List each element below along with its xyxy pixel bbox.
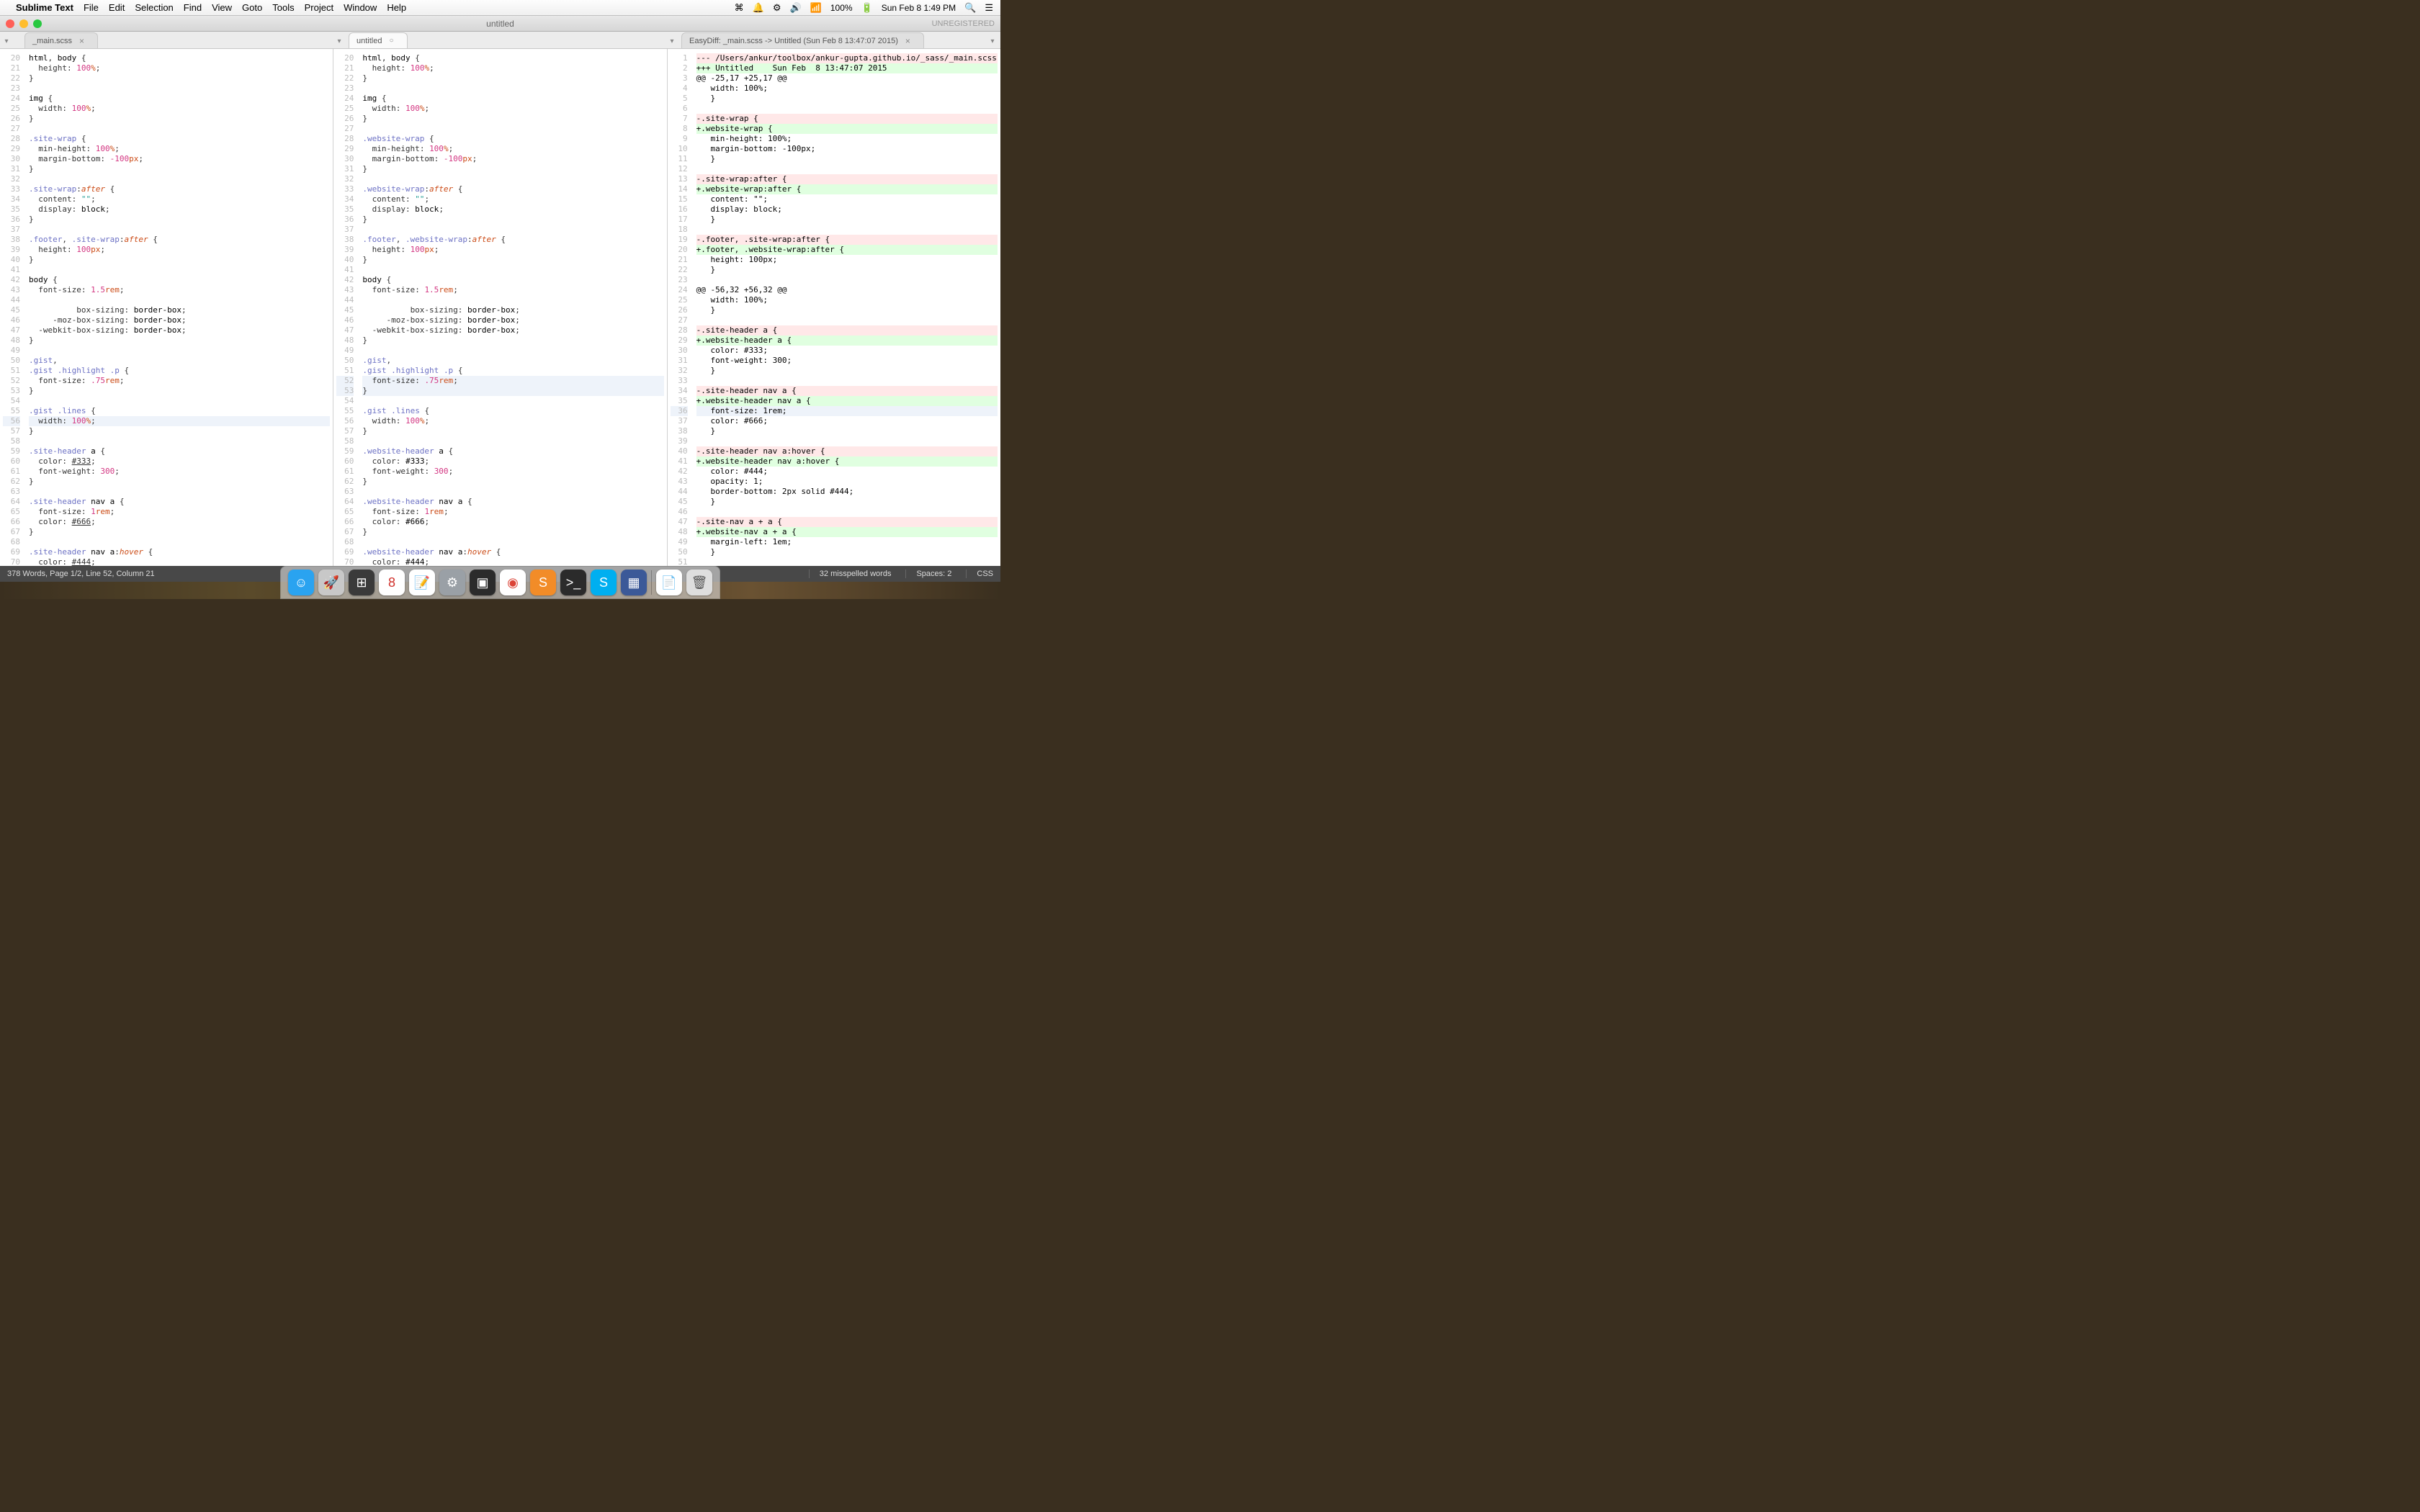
tab-label: _main.scss	[32, 37, 72, 45]
tab-bar: ▾ _main.scss × ▾ untitled ○ ▾ EasyDiff: …	[0, 32, 1000, 49]
menu-item-edit[interactable]: Edit	[109, 2, 125, 13]
editor-panes: 2021222324252627282930313233343536373839…	[0, 49, 1000, 566]
window-titlebar: untitled UNREGISTERED	[0, 16, 1000, 32]
pane2-dropdown-icon[interactable]: ▾	[333, 37, 346, 48]
battery-icon[interactable]: 🔋	[861, 2, 873, 14]
menu-item-goto[interactable]: Goto	[242, 2, 262, 13]
dock-app-preferences[interactable]: ⚙	[439, 570, 465, 595]
dock-app-sublime[interactable]: S	[530, 570, 556, 595]
dock-app-skype[interactable]: S	[591, 570, 617, 595]
status-indentation[interactable]: Spaces: 2	[905, 570, 951, 578]
bluetooth-icon[interactable]: ⚙	[773, 2, 781, 14]
wifi-icon[interactable]: 📶	[810, 2, 822, 14]
dock-app-chrome[interactable]: ◉	[500, 570, 526, 595]
spotlight-icon[interactable]: 🔍	[964, 2, 976, 14]
traffic-lights	[6, 19, 42, 28]
pane-right[interactable]: 1234567891011121314151617181920212223242…	[668, 49, 1000, 566]
dock-app-launchpad[interactable]: 🚀	[318, 570, 344, 595]
minimize-window-button[interactable]	[19, 19, 28, 28]
dock-app-virtualbox[interactable]: ▦	[621, 570, 647, 595]
dock[interactable]: ☺🚀⊞8📝⚙▣◉S>_S▦📄🗑	[280, 566, 720, 599]
dock-app-finder[interactable]: ☺	[288, 570, 314, 595]
line-numbers: 2021222324252627282930313233343536373839…	[333, 49, 359, 566]
battery-percent[interactable]: 100%	[830, 3, 853, 13]
dock-document[interactable]: 📄	[656, 570, 682, 595]
pane-center[interactable]: 2021222324252627282930313233343536373839…	[333, 49, 667, 566]
menu-item-window[interactable]: Window	[344, 2, 377, 13]
code-editor[interactable]: html, body { height: 100%;} img { width:…	[359, 49, 666, 566]
tab-untitled[interactable]: untitled ○	[349, 32, 408, 48]
menu-item-selection[interactable]: Selection	[135, 2, 173, 13]
dock-app-calendar[interactable]: 8	[379, 570, 405, 595]
macos-menubar: Sublime Text File Edit Selection Find View Go…	[0, 0, 1000, 16]
pane1-dropdown-icon[interactable]: ▾	[0, 37, 13, 48]
code-editor[interactable]: html, body { height: 100%;} img { width:…	[26, 49, 333, 566]
diff-view[interactable]: --- /Users/ankur/toolbox/ankur-gupta.git…	[694, 49, 1000, 566]
dirty-indicator-icon: ○	[389, 37, 393, 45]
notification-center-icon[interactable]: ☰	[985, 2, 993, 14]
clock[interactable]: Sun Feb 8 1:49 PM	[882, 3, 956, 13]
tab-main-scss[interactable]: _main.scss ×	[24, 32, 98, 48]
tab-label: untitled	[357, 37, 382, 45]
dock-separator	[651, 570, 652, 595]
close-window-button[interactable]	[6, 19, 14, 28]
pane-left[interactable]: 2021222324252627282930313233343536373839…	[0, 49, 333, 566]
status-spellcheck[interactable]: 32 misspelled words	[809, 570, 892, 578]
zoom-window-button[interactable]	[33, 19, 42, 28]
menu-item-help[interactable]: Help	[387, 2, 406, 13]
menu-item-file[interactable]: File	[84, 2, 99, 13]
dock-app-notes[interactable]: 📝	[409, 570, 435, 595]
menu-item-view[interactable]: View	[212, 2, 232, 13]
close-icon[interactable]: ×	[905, 36, 910, 46]
volume-icon[interactable]: 🔊	[789, 2, 801, 14]
tab-label: EasyDiff: _main.scss -> Untitled (Sun Fe…	[689, 37, 898, 45]
notifications-icon[interactable]: 🔔	[753, 2, 764, 14]
dock-app-terminal-dark[interactable]: ▣	[470, 570, 496, 595]
close-icon[interactable]: ×	[79, 36, 84, 46]
menu-item-find[interactable]: Find	[184, 2, 202, 13]
unregistered-label: UNREGISTERED	[932, 19, 995, 28]
line-numbers: 2021222324252627282930313233343536373839…	[0, 49, 26, 566]
tab-easydiff[interactable]: EasyDiff: _main.scss -> Untitled (Sun Fe…	[681, 32, 924, 48]
window-title: untitled	[486, 19, 514, 29]
script-menu-icon[interactable]: ⌘	[735, 2, 744, 14]
menu-item-tools[interactable]: Tools	[272, 2, 294, 13]
line-numbers: 1234567891011121314151617181920212223242…	[668, 49, 694, 566]
dock-app-iterm[interactable]: >_	[560, 570, 586, 595]
menu-item-project[interactable]: Project	[305, 2, 333, 13]
app-name[interactable]: Sublime Text	[16, 2, 73, 13]
status-syntax[interactable]: CSS	[966, 570, 993, 578]
dock-trash[interactable]: 🗑	[686, 570, 712, 595]
pane3-dropdown-icon[interactable]: ▾	[666, 37, 678, 48]
pane3-menu-icon[interactable]: ▾	[986, 37, 999, 48]
dock-app-mission-control[interactable]: ⊞	[349, 570, 375, 595]
status-position: 378 Words, Page 1/2, Line 52, Column 21	[7, 570, 155, 578]
